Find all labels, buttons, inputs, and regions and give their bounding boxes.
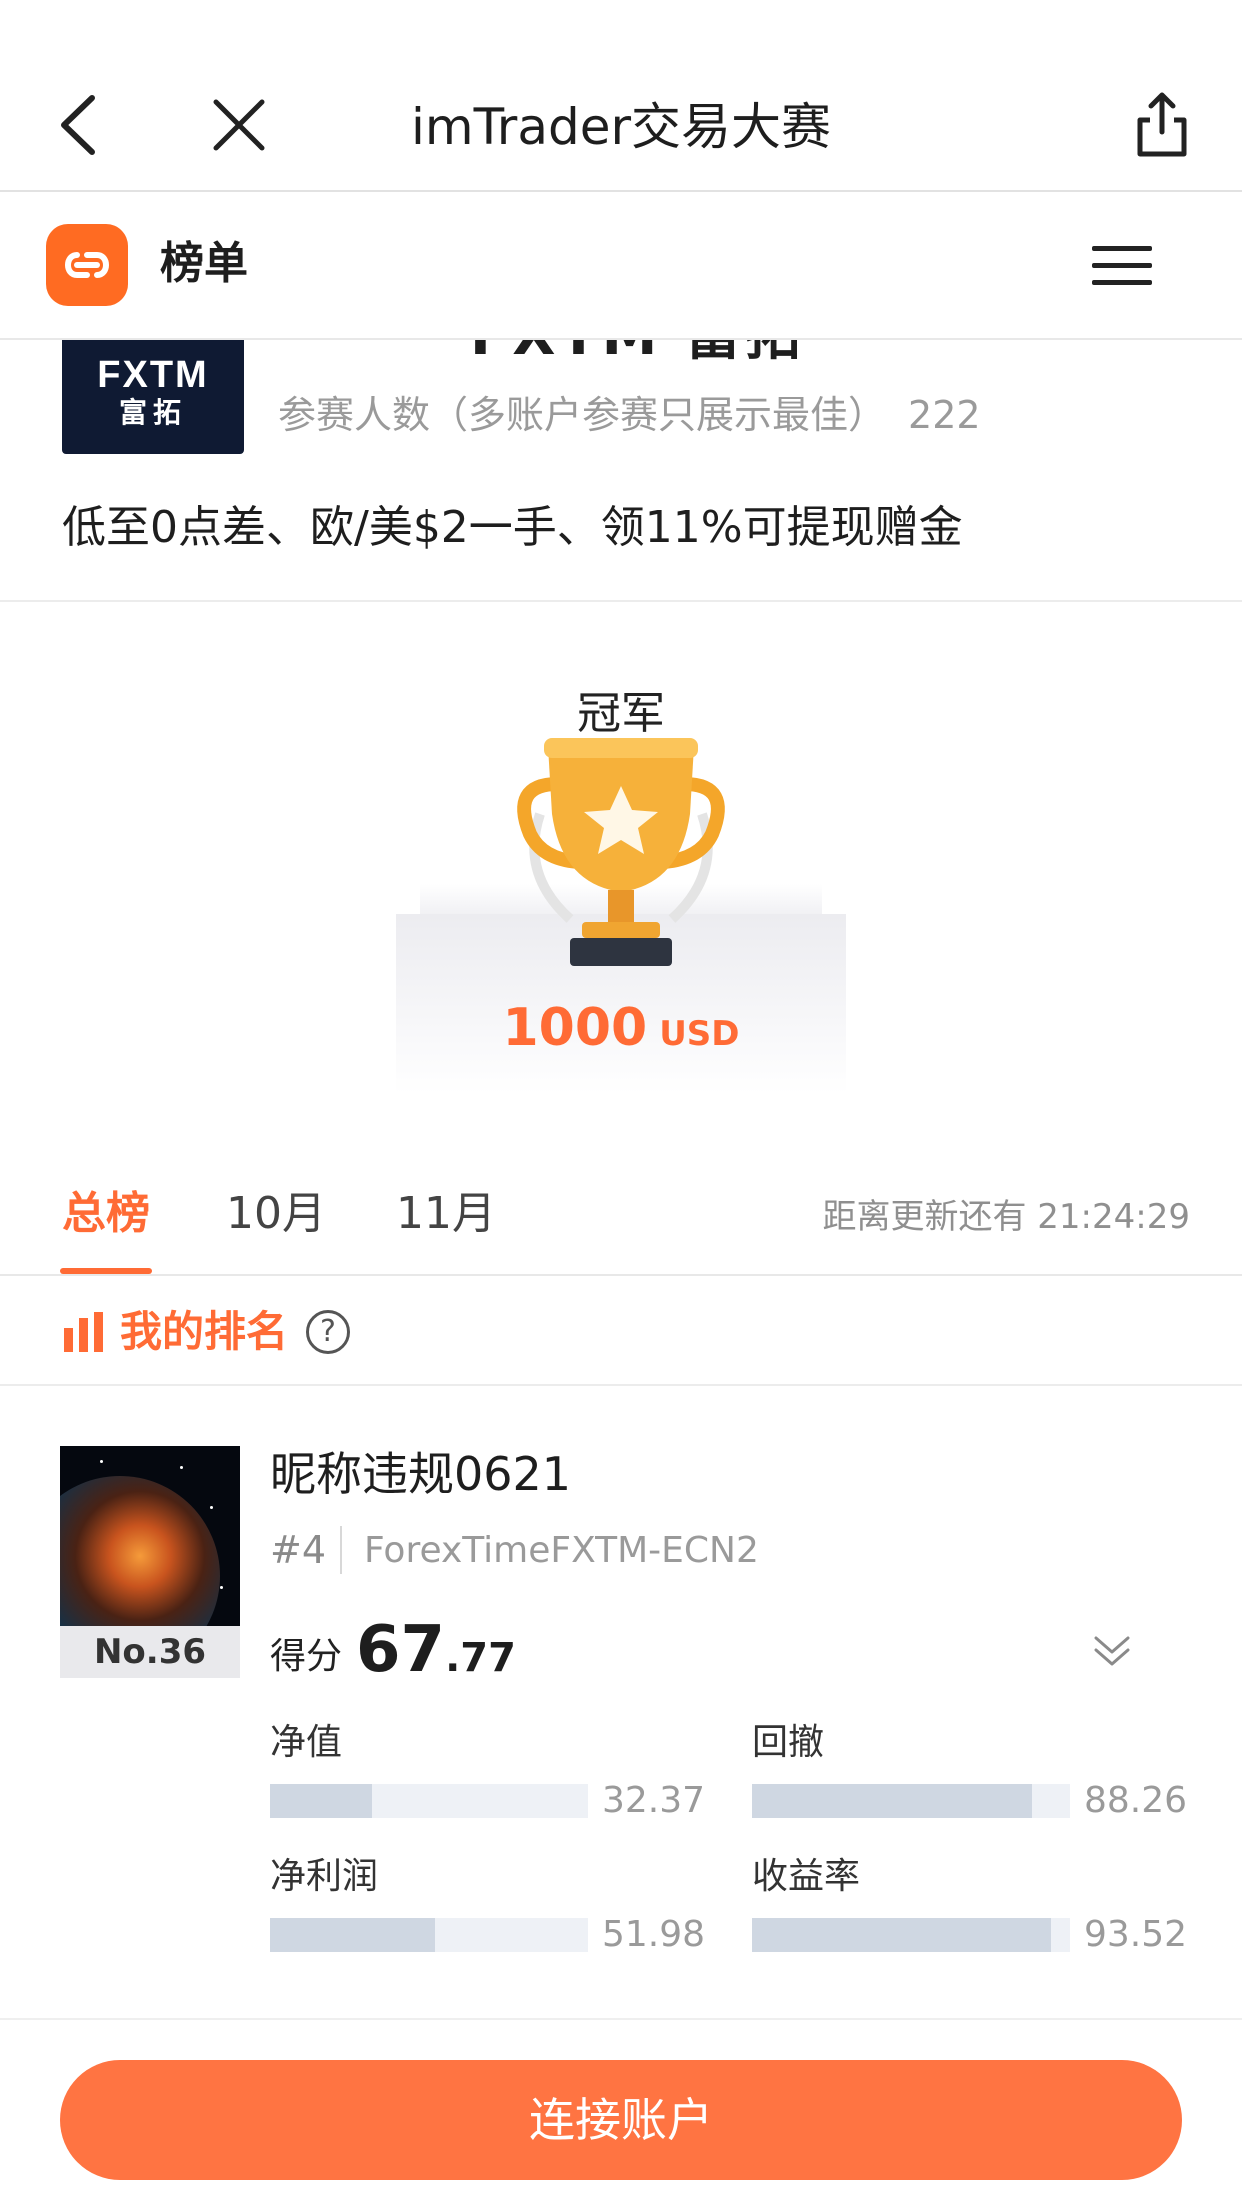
avatar xyxy=(60,1446,240,1626)
link-logo-icon xyxy=(65,252,109,278)
update-countdown: 距离更新还有 21:24:29 xyxy=(822,1197,1190,1237)
prize-section: 冠军 1000 USD xyxy=(0,604,1242,1124)
prize-amount: 1000 USD xyxy=(502,998,740,1058)
bar-chart-icon xyxy=(64,1312,103,1352)
participants-count: 参赛人数（多账户参赛只展示最佳） 222 xyxy=(278,393,981,437)
metric-bar xyxy=(270,1784,588,1818)
metric-net-profit: 净利润 51.98 xyxy=(270,1856,706,1955)
nickname: 昵称违规0621 xyxy=(270,1447,572,1501)
tab-october[interactable]: 10月 xyxy=(226,1184,326,1244)
fxtm-logo: FXTM 富拓 xyxy=(62,340,244,454)
back-arrow-icon[interactable] xyxy=(52,90,112,160)
score-value: 67.77 xyxy=(356,1613,516,1687)
broker-info: FXTM 富拓 FXTM 富拓 参赛人数（多账户参赛只展示最佳）222 低至0点… xyxy=(0,340,1242,602)
help-icon[interactable]: ? xyxy=(306,1310,350,1354)
period-tabs: 总榜 10月 11月 距离更新还有 21:24:29 xyxy=(0,1154,1242,1276)
page-title: imTrader交易大赛 xyxy=(410,98,832,156)
my-rank-label: 我的排名 xyxy=(120,1307,289,1356)
bottom-bar: 连接账户 xyxy=(0,2018,1242,2208)
metric-bar xyxy=(752,1784,1070,1818)
trophy-icon xyxy=(517,738,725,966)
leaderboard-title: 榜单 xyxy=(160,238,248,289)
metric-equity: 净值 32.37 xyxy=(270,1722,706,1821)
sub-header: 榜单 xyxy=(0,194,1242,340)
metric-drawdown: 回撤 88.26 xyxy=(752,1722,1188,1821)
hamburger-menu-icon[interactable] xyxy=(1092,246,1152,290)
tab-november[interactable]: 11月 xyxy=(396,1184,496,1244)
server-name: ForexTimeFXTM-ECN2 xyxy=(364,1530,759,1571)
metric-bar xyxy=(270,1918,588,1952)
my-rank-header: 我的排名 ? xyxy=(0,1278,1242,1386)
rank-number-badge: No.36 xyxy=(60,1626,240,1678)
broker-name: FXTM 富拓 xyxy=(470,340,805,376)
position-rank: #4 xyxy=(270,1528,327,1572)
chevron-down-icon[interactable] xyxy=(1092,1628,1132,1672)
top-navbar: imTrader交易大赛 xyxy=(0,0,1242,192)
active-tab-indicator xyxy=(60,1268,152,1274)
divider xyxy=(340,1526,342,1574)
score-label: 得分 xyxy=(270,1636,343,1677)
metric-return-rate: 收益率 93.52 xyxy=(752,1856,1188,1955)
rank-card[interactable]: No.36 昵称违规0621 #4 ForexTimeFXTM-ECN2 得分 … xyxy=(0,1388,1242,2018)
metric-bar xyxy=(752,1918,1070,1952)
share-icon[interactable] xyxy=(1134,90,1190,160)
connect-account-button[interactable]: 连接账户 xyxy=(60,2060,1182,2180)
tab-overall[interactable]: 总榜 xyxy=(62,1184,150,1244)
app-logo xyxy=(46,224,128,306)
close-icon[interactable] xyxy=(208,94,270,156)
promo-text: 低至0点差、欧/美$2一手、领11%可提现赠金 xyxy=(62,502,963,553)
